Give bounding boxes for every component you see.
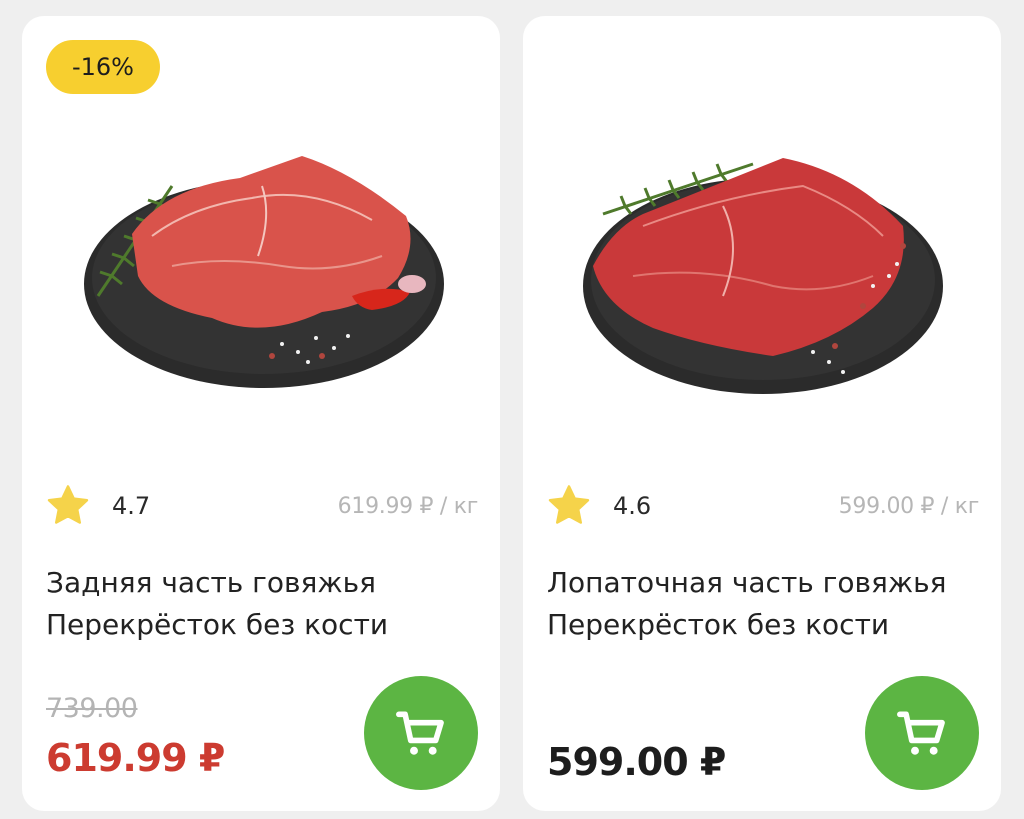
product-name-line: Перекрёсток без кости: [46, 608, 389, 641]
rating-value: 4.7: [112, 492, 151, 520]
product-name-line: Лопаточная часть говяжья: [547, 566, 947, 599]
rating-value: 4.6: [613, 492, 652, 520]
product-card[interactable]: -16% 4.7 619.99 ₽ / кг Задняя часть говя…: [22, 16, 500, 811]
unit-price: 619.99 ₽ / кг: [337, 493, 479, 519]
product-name[interactable]: Задняя часть говяжья Перекрёсток без кос…: [46, 562, 476, 646]
product-image[interactable]: [573, 116, 953, 416]
product-card[interactable]: 4.6 599.00 ₽ / кг Лопаточная часть говяж…: [523, 16, 1001, 811]
add-to-cart-button[interactable]: [364, 676, 478, 790]
rating-row: 4.7 619.99 ₽ / кг: [44, 481, 478, 531]
product-name[interactable]: Лопаточная часть говяжья Перекрёсток без…: [547, 562, 977, 646]
cart-icon: [897, 711, 945, 755]
star-icon: [47, 485, 89, 524]
star-icon: [548, 485, 590, 524]
product-name-line: Задняя часть говяжья: [46, 566, 376, 599]
old-price: 739.00: [46, 693, 138, 724]
product-image[interactable]: [72, 116, 452, 416]
unit-price: 599.00 ₽ / кг: [838, 493, 980, 519]
rating-row: 4.6 599.00 ₽ / кг: [545, 481, 979, 531]
cart-icon: [396, 711, 444, 755]
product-name-line: Перекрёсток без кости: [547, 608, 890, 641]
current-price: 619.99 ₽: [46, 736, 225, 780]
add-to-cart-button[interactable]: [865, 676, 979, 790]
current-price: 599.00 ₽: [547, 740, 726, 784]
discount-badge: -16%: [46, 40, 160, 94]
